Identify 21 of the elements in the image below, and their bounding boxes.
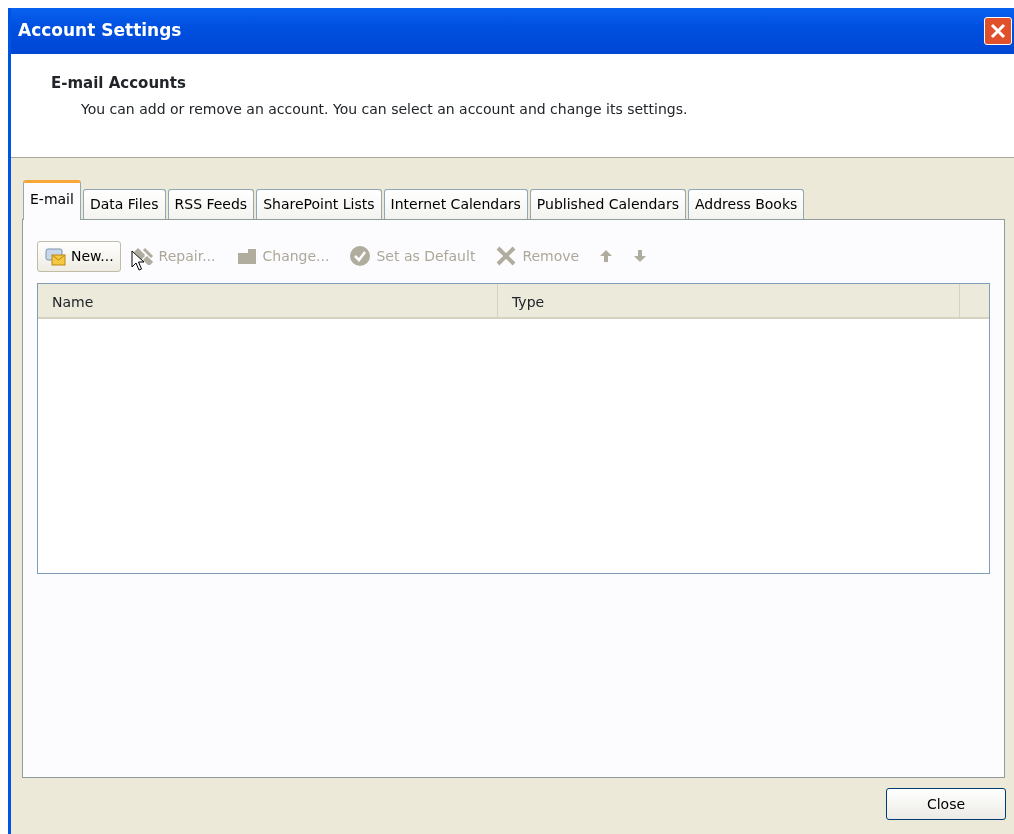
tab[interactable]: SharePoint Lists bbox=[256, 189, 382, 219]
shape-icon bbox=[235, 247, 258, 265]
toolbar-button[interactable]: New... bbox=[37, 240, 121, 272]
window-title: Account Settings bbox=[18, 19, 182, 43]
envelope-icon bbox=[44, 246, 66, 266]
tab[interactable]: Address Books bbox=[687, 189, 805, 219]
x-icon bbox=[495, 246, 518, 266]
check-icon bbox=[349, 245, 372, 267]
pointer-icon bbox=[131, 250, 145, 272]
tab[interactable]: Data Files bbox=[82, 189, 166, 219]
tab[interactable]: Published Calendars bbox=[529, 189, 686, 219]
column-header[interactable]: Name bbox=[38, 284, 498, 317]
close-button[interactable]: Close bbox=[886, 788, 1006, 820]
section-title: E-mail Accounts bbox=[51, 73, 187, 94]
tab[interactable]: Internet Calendars bbox=[383, 189, 528, 219]
column-header[interactable]: Type bbox=[498, 284, 960, 317]
tools-icon bbox=[133, 247, 154, 265]
section-description: You can add or remove an account. You can select an account and change its settings. bbox=[81, 99, 689, 119]
tab[interactable]: E-mail bbox=[23, 180, 81, 220]
tab[interactable]: RSS Feeds bbox=[167, 189, 255, 219]
close-icon[interactable] bbox=[984, 17, 1012, 45]
